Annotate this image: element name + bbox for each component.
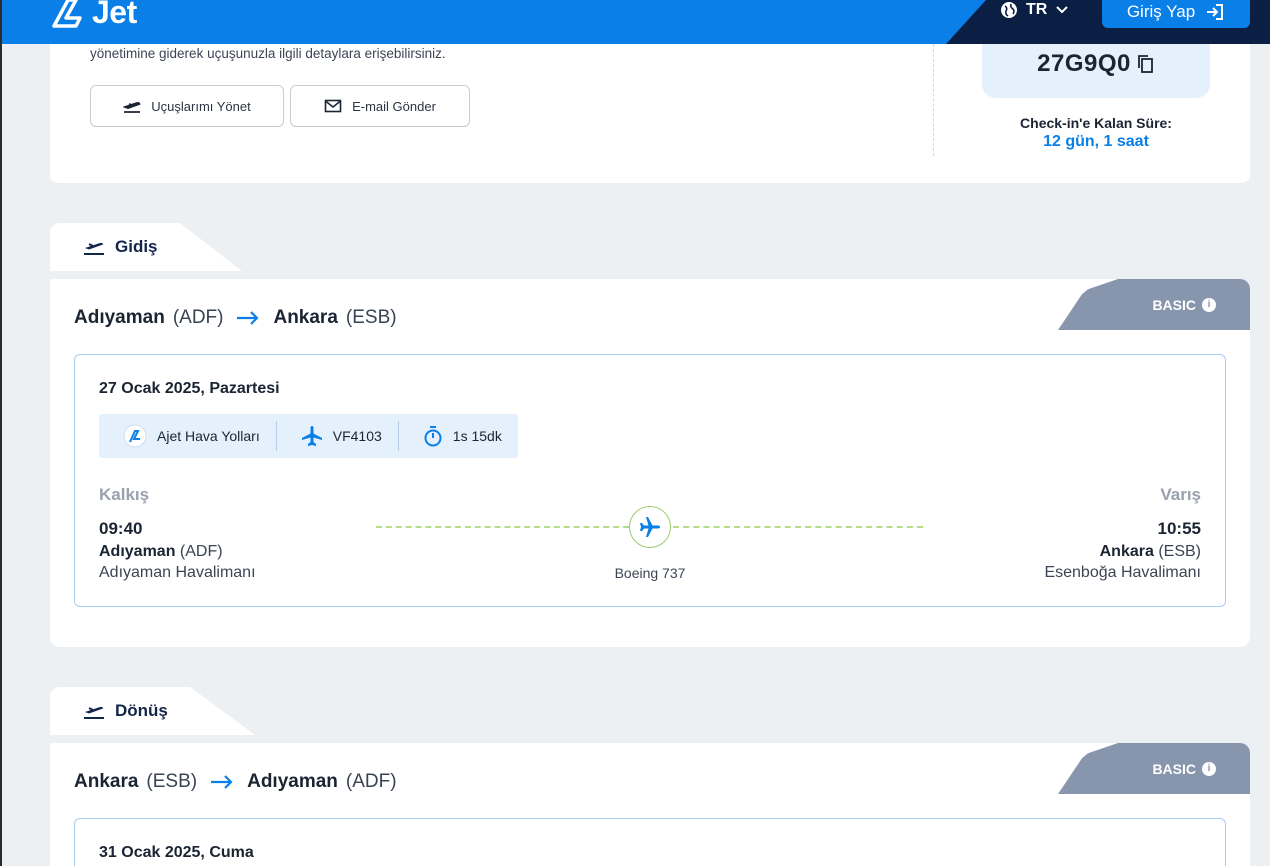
fare-type-label: BASIC xyxy=(1152,760,1196,777)
globe-icon xyxy=(1001,2,1017,18)
departure-city-code: (ADF) xyxy=(179,543,223,560)
arrow-right-icon xyxy=(211,775,233,789)
flight-duration: 1s 15dk xyxy=(452,428,502,444)
flight-number: VF4103 xyxy=(332,428,382,444)
departure-city: Adıyaman (ADF) xyxy=(99,543,223,561)
route-from-code: (ESB) xyxy=(146,771,198,792)
top-header: Jet TR Giriş Yap xyxy=(0,0,1270,44)
outbound-route: Adıyaman (ADF) Ankara (ESB) xyxy=(74,307,397,329)
flight-info-chips: Ajet Hava Yolları VF4103 1s 15dk xyxy=(99,414,518,458)
language-code: TR xyxy=(1026,1,1048,18)
login-button[interactable]: Giriş Yap xyxy=(1102,0,1250,28)
language-selector[interactable]: TR xyxy=(1000,0,1069,20)
return-route: Ankara (ESB) Adıyaman (ADF) xyxy=(74,771,397,793)
fare-type-label: BASIC xyxy=(1152,296,1196,313)
plane-icon xyxy=(640,517,660,537)
arrival-label: Varış xyxy=(1160,485,1201,504)
fare-type-badge[interactable]: BASIC i xyxy=(1058,279,1250,330)
plane-takeoff-icon xyxy=(123,101,141,113)
departure-airport: Adıyaman Havalimanı xyxy=(99,564,256,581)
airline-chip: Ajet Hava Yolları xyxy=(99,421,276,451)
route-from-city: Ankara xyxy=(74,771,139,792)
checkin-remaining-value: 12 gün, 1 saat xyxy=(1043,133,1149,150)
flight-segment: 31 Ocak 2025, Cuma xyxy=(74,818,1226,866)
departure-city-name: Adıyaman xyxy=(99,543,176,560)
flight-number-chip: VF4103 xyxy=(275,421,398,451)
arrival-airport: Esenboğa Havalimanı xyxy=(1044,564,1201,581)
route-to-city: Adıyaman xyxy=(247,771,338,792)
login-icon xyxy=(1207,4,1224,20)
send-email-button[interactable]: E-mail Gönder xyxy=(290,85,470,127)
departure-time: 09:40 xyxy=(99,519,143,538)
outbound-section-tab: Gidiş xyxy=(50,223,242,271)
arrival-time: 10:55 xyxy=(1157,519,1201,538)
arrival-city: Ankara (ESB) xyxy=(1100,543,1201,561)
route-from-code: (ADF) xyxy=(172,307,224,328)
outbound-flight-card: Adıyaman (ADF) Ankara (ESB) BASIC i 27 O… xyxy=(50,279,1250,647)
arrow-right-icon xyxy=(237,311,260,325)
route-to-code: (ADF) xyxy=(345,771,397,792)
route-to-code: (ESB) xyxy=(345,307,397,328)
flight-date: 27 Ocak 2025, Pazartesi xyxy=(99,380,280,397)
mail-icon xyxy=(324,99,342,113)
manage-flights-label: Uçuşlarımı Yönet xyxy=(151,98,251,114)
arrival-city-name: Ankara xyxy=(1099,543,1154,560)
return-flight-card: Ankara (ESB) Adıyaman (ADF) BASIC i 31 O… xyxy=(50,743,1250,866)
route-line-left xyxy=(376,526,629,528)
flight-date: 31 Ocak 2025, Cuma xyxy=(99,844,254,861)
ajet-logo[interactable]: Jet xyxy=(50,0,137,31)
fare-type-badge[interactable]: BASIC i xyxy=(1058,743,1250,794)
return-tab-label: Dönüş xyxy=(115,701,168,720)
duration-chip: 1s 15dk xyxy=(397,421,518,451)
arrival-city-code: (ESB) xyxy=(1158,543,1201,560)
route-plane-marker xyxy=(629,506,671,548)
airline-name: Ajet Hava Yolları xyxy=(157,428,260,444)
route-to-city: Ankara xyxy=(273,307,338,328)
airline-logo-icon xyxy=(123,424,147,448)
aircraft-type: Boeing 737 xyxy=(614,565,686,581)
ajet-logo-mark-icon xyxy=(52,0,82,28)
info-icon: i xyxy=(1202,297,1216,312)
plane-icon xyxy=(301,426,322,446)
login-label: Giriş Yap xyxy=(1126,2,1196,21)
route-line-right xyxy=(673,526,923,528)
manage-description: yönetimine giderek uçuşunuzla ilgili det… xyxy=(90,46,446,61)
return-section-tab: Dönüş xyxy=(50,687,255,735)
window-edge xyxy=(0,0,2,866)
vertical-divider xyxy=(933,44,934,156)
pnr-code: 27G9Q0 xyxy=(1037,50,1131,77)
plane-takeoff-icon xyxy=(84,706,104,719)
flight-segment: 27 Ocak 2025, Pazartesi Ajet Hava Yollar… xyxy=(74,354,1226,607)
route-from-city: Adıyaman xyxy=(74,307,165,328)
plane-takeoff-icon xyxy=(84,242,104,255)
logo-text: Jet xyxy=(92,0,137,30)
manage-flights-button[interactable]: Uçuşlarımı Yönet xyxy=(90,85,284,127)
checkin-remaining-label: Check-in'e Kalan Süre: xyxy=(1020,115,1172,131)
copy-icon[interactable] xyxy=(1137,54,1155,74)
info-icon: i xyxy=(1202,761,1216,776)
chevron-down-icon xyxy=(1056,6,1069,14)
send-email-label: E-mail Gönder xyxy=(352,98,436,114)
outbound-tab-label: Gidiş xyxy=(115,237,158,256)
stopwatch-icon xyxy=(424,426,442,447)
departure-label: Kalkış xyxy=(99,485,150,504)
